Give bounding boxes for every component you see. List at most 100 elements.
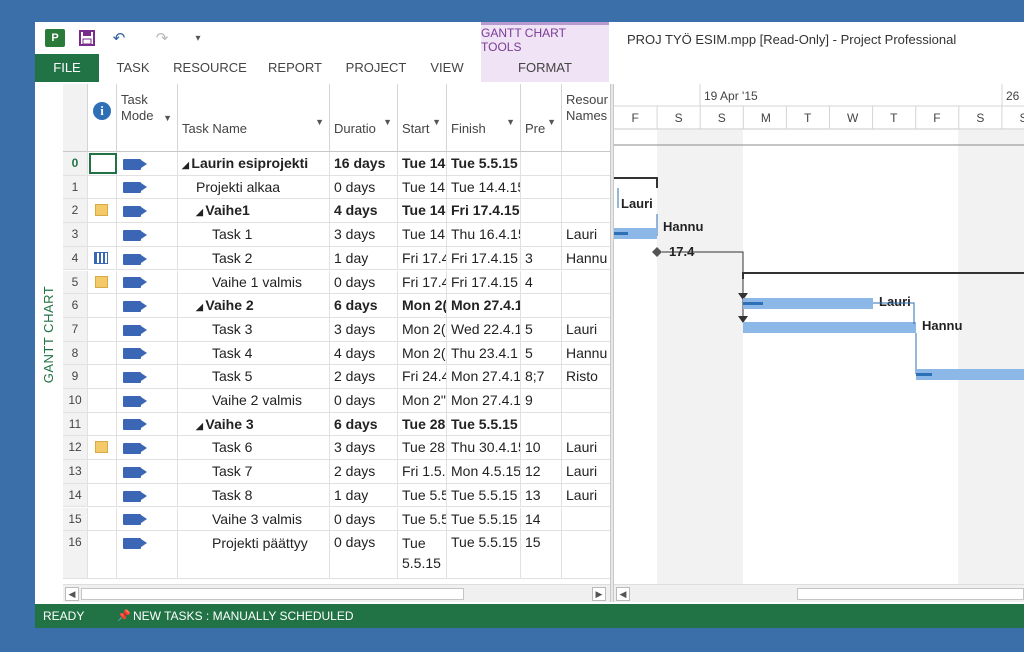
predecessors-cell[interactable] xyxy=(521,412,562,436)
resource-names-cell[interactable] xyxy=(562,199,610,222)
start-cell[interactable]: Mon 2( xyxy=(398,294,447,317)
indicator-cell[interactable] xyxy=(88,270,117,294)
predecessors-cell[interactable]: 14 xyxy=(521,507,562,531)
indicator-cell[interactable] xyxy=(88,341,117,365)
duration-cell[interactable]: 6 days xyxy=(330,294,398,317)
indicator-cell[interactable] xyxy=(88,294,117,317)
view-bar-label[interactable]: GANTT CHART xyxy=(35,84,63,584)
start-cell[interactable]: Tue 14 xyxy=(398,223,447,246)
task-name-cell[interactable]: Task 2 xyxy=(178,246,330,270)
predecessors-column-header[interactable]: Pre ▼ xyxy=(521,84,562,152)
resource-names-cell[interactable] xyxy=(562,271,610,294)
task-mode-cell[interactable] xyxy=(117,341,178,365)
collapse-toggle-icon[interactable]: ◢ xyxy=(182,160,191,170)
duration-cell[interactable]: 4 days xyxy=(330,341,398,365)
task-mode-column-header[interactable]: Task Mode ▼ xyxy=(117,84,178,152)
table-row[interactable]: 2 ◢ Vaihe1 4 days Tue 14 Fri 17.4.15 xyxy=(63,199,610,224)
redo-icon[interactable]: ↷ xyxy=(151,29,173,47)
task-name-cell[interactable]: Vaihe 1 valmis xyxy=(178,270,330,294)
tab-report[interactable]: REPORT xyxy=(263,54,327,82)
note-icon[interactable] xyxy=(95,204,108,217)
start-cell[interactable]: Fri 17.4 xyxy=(398,246,447,270)
finish-cell[interactable]: Tue 5.5.15 xyxy=(447,483,521,507)
task-mode-cell[interactable] xyxy=(117,317,178,341)
task-mode-cell[interactable] xyxy=(117,152,178,175)
note-icon[interactable] xyxy=(95,441,108,454)
tab-view[interactable]: VIEW xyxy=(423,54,471,82)
start-cell[interactable]: Tue 5.5 xyxy=(398,507,447,531)
indicator-cell[interactable] xyxy=(88,531,117,578)
chart-horizontal-scrollbar[interactable]: ◀ xyxy=(614,584,1024,602)
task-name-cell[interactable]: Task 3 xyxy=(178,317,330,341)
finish-cell[interactable]: Tue 5.5.15 xyxy=(447,152,521,175)
start-cell[interactable]: Fri 1.5. xyxy=(398,460,447,483)
finish-cell[interactable]: Thu 16.4.15 xyxy=(447,223,521,246)
task-name-cell[interactable]: Task 6 xyxy=(178,436,330,460)
calendar-icon[interactable] xyxy=(94,251,108,264)
gantt-bar-task4[interactable] xyxy=(743,322,916,333)
finish-cell[interactable]: Fri 17.4.15 xyxy=(447,246,521,270)
finish-cell[interactable]: Thu 23.4.1 xyxy=(447,341,521,365)
row-id[interactable]: 12 xyxy=(63,436,88,460)
duration-cell[interactable]: 3 days xyxy=(330,223,398,246)
resource-names-cell[interactable] xyxy=(562,413,610,436)
customize-toolbar-icon[interactable]: ▾ xyxy=(191,29,205,47)
row-id[interactable]: 3 xyxy=(63,223,88,246)
start-column-header[interactable]: Start ▼ xyxy=(398,84,447,152)
resource-names-cell[interactable] xyxy=(562,294,610,317)
gantt-bar-task5[interactable] xyxy=(916,369,1024,380)
resource-names-cell[interactable]: Lauri xyxy=(562,460,610,483)
task-mode-cell[interactable] xyxy=(117,460,178,483)
predecessors-cell[interactable]: 9 xyxy=(521,389,562,412)
resource-names-cell[interactable] xyxy=(562,389,610,412)
indicator-cell[interactable] xyxy=(88,223,117,246)
row-id[interactable]: 4 xyxy=(63,246,88,270)
start-cell[interactable]: Mon 2( xyxy=(398,317,447,341)
select-all-corner[interactable] xyxy=(63,84,88,152)
task-name-cell[interactable]: ◢ Laurin esiprojekti xyxy=(178,152,330,175)
start-cell[interactable]: Tue 14 xyxy=(398,152,447,175)
duration-column-header[interactable]: Duratio ▼ xyxy=(330,84,398,152)
finish-cell[interactable]: Wed 22.4.1 xyxy=(447,317,521,341)
duration-cell[interactable]: 1 day xyxy=(330,246,398,270)
row-id[interactable]: 7 xyxy=(63,317,88,341)
predecessors-cell[interactable] xyxy=(521,223,562,246)
task-name-cell[interactable]: ◢ Vaihe 2 xyxy=(178,294,330,317)
finish-cell[interactable]: Tue 5.5.15 xyxy=(447,412,521,436)
row-id[interactable]: 0 xyxy=(63,152,88,175)
tab-file[interactable]: FILE xyxy=(35,54,99,82)
finish-cell[interactable]: Mon 27.4.1 xyxy=(447,294,521,317)
resource-names-cell[interactable]: Lauri xyxy=(562,318,610,341)
scrollbar-thumb[interactable] xyxy=(81,588,464,600)
finish-column-header[interactable]: Finish ▼ xyxy=(447,84,521,152)
finish-cell[interactable]: Mon 27.4.1 xyxy=(447,365,521,388)
table-row[interactable]: 13 Task 7 2 days Fri 1.5. Mon 4.5.15 12 Lauri xyxy=(63,460,610,484)
task-name-cell[interactable]: Projekti alkaa xyxy=(178,175,330,199)
predecessors-cell[interactable]: 10 xyxy=(521,436,562,460)
table-row[interactable]: 5 Vaihe 1 valmis 0 days Fri 17.4 Fri 17.4.15… xyxy=(63,270,610,295)
row-id[interactable]: 6 xyxy=(63,294,88,317)
indicator-cell[interactable] xyxy=(88,389,117,412)
indicator-cell[interactable] xyxy=(88,507,117,531)
finish-cell[interactable]: Fri 17.4.15 xyxy=(447,199,521,223)
scroll-left-icon[interactable]: ◀ xyxy=(616,587,630,601)
resource-names-cell[interactable]: Hannu xyxy=(562,247,610,270)
indicator-cell[interactable] xyxy=(88,412,117,436)
task-name-cell[interactable]: Task 4 xyxy=(178,341,330,365)
row-id[interactable]: 9 xyxy=(63,365,88,388)
tab-project[interactable]: PROJECT xyxy=(341,54,411,82)
start-cell[interactable]: Tue 5.5 xyxy=(398,483,447,507)
indicator-cell[interactable] xyxy=(88,460,117,483)
task-mode-cell[interactable] xyxy=(117,223,178,246)
task-name-cell[interactable]: ◢ Vaihe 3 xyxy=(178,412,330,436)
task-name-cell[interactable]: Task 8 xyxy=(178,483,330,507)
finish-cell[interactable]: Tue 14.4.15 xyxy=(447,175,521,199)
finish-cell[interactable]: Tue 5.5.15 xyxy=(447,531,521,578)
task-mode-cell[interactable] xyxy=(117,270,178,294)
start-cell[interactable]: Mon 2( xyxy=(398,341,447,365)
task-name-cell[interactable]: Task 1 xyxy=(178,223,330,246)
row-id[interactable]: 15 xyxy=(63,507,88,531)
task-name-cell[interactable]: Task 5 xyxy=(178,365,330,388)
start-cell[interactable]: Fri 24.4 xyxy=(398,365,447,388)
predecessors-cell[interactable]: 8;7 xyxy=(521,365,562,388)
